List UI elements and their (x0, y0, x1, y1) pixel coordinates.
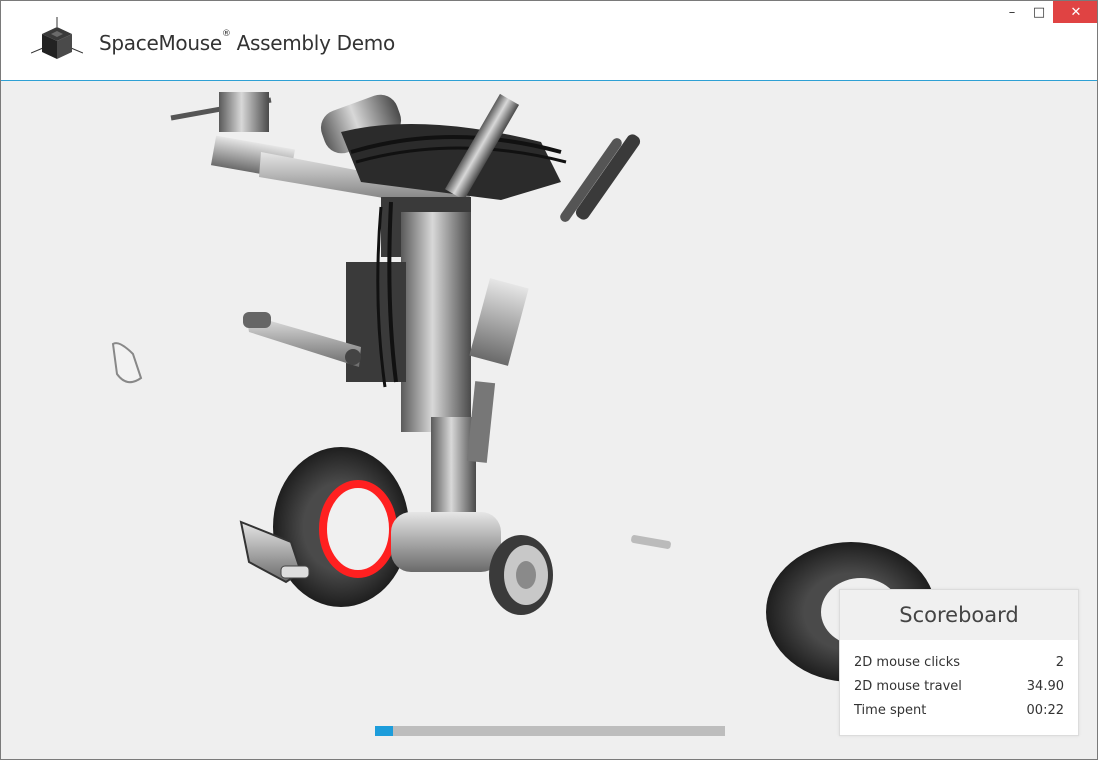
scoreboard-title: Scoreboard (840, 590, 1078, 640)
scoreboard-label: 2D mouse clicks (854, 655, 960, 670)
scoreboard-row-travel: 2D mouse travel 34.90 (854, 679, 1064, 703)
part-main-strut[interactable] (401, 212, 471, 432)
part-lower-piston[interactable] (431, 417, 476, 527)
part-floating-pin[interactable] (631, 535, 672, 550)
3d-viewport[interactable]: Scoreboard 2D mouse clicks 2 2D mouse tr… (1, 82, 1097, 759)
part-torque-arm[interactable] (469, 278, 529, 366)
scoreboard-rows: 2D mouse clicks 2 2D mouse travel 34.90 … (840, 640, 1078, 727)
app-window: SpaceMouse® Assembly Demo – □ ✕ Scoreboa… (0, 0, 1098, 760)
scoreboard-label: 2D mouse travel (854, 679, 962, 694)
registered-mark: ® (221, 29, 231, 39)
scoreboard-panel: Scoreboard 2D mouse clicks 2 2D mouse tr… (839, 589, 1079, 736)
part-upper-bracket[interactable] (219, 92, 269, 132)
close-button[interactable]: ✕ (1053, 1, 1097, 23)
close-icon: ✕ (1070, 4, 1082, 20)
scoreboard-value: 34.90 (1026, 679, 1064, 694)
part-axle[interactable] (391, 512, 501, 572)
scoreboard-value: 2 (1055, 655, 1064, 670)
minimize-icon: – (1008, 4, 1016, 20)
assembly-progress-fill (375, 726, 393, 736)
maximize-icon: □ (1032, 4, 1046, 20)
part-highlighted-rim-ring[interactable] (319, 480, 397, 578)
assembly-progress-bar (375, 726, 725, 736)
app-title-brand: SpaceMouse (99, 31, 222, 55)
maximize-button[interactable]: □ (1023, 1, 1055, 23)
part-floating-clip[interactable] (111, 342, 143, 384)
scoreboard-row-clicks: 2D mouse clicks 2 (854, 655, 1064, 679)
app-title: SpaceMouse® Assembly Demo (99, 29, 396, 55)
title-bar[interactable]: SpaceMouse® Assembly Demo – □ ✕ (1, 1, 1097, 81)
app-title-rest: Assembly Demo (230, 31, 396, 55)
cube-logo-icon (31, 17, 83, 59)
scoreboard-value: 00:22 (1026, 703, 1064, 718)
part-floating-link[interactable] (574, 132, 643, 222)
scoreboard-label: Time spent (854, 703, 927, 718)
scoreboard-row-time: Time spent 00:22 (854, 703, 1064, 727)
